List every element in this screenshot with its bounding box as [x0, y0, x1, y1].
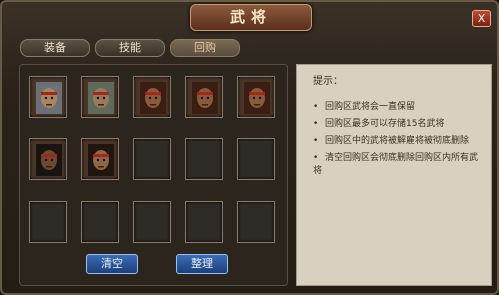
tips-panel: 提示： • 回购区武将会一直保留 • 回购区最多可以存储15名武将 • 回购区中的武将… — [296, 64, 492, 286]
empty-slot[interactable] — [133, 201, 171, 243]
hero-slot-grid — [19, 64, 288, 286]
tip-text: 清空回购区会彻底删除回购区内所有武将 — [313, 153, 479, 176]
empty-slot[interactable] — [29, 201, 67, 243]
hero-slot[interactable] — [81, 138, 119, 180]
warrior-headband-portrait-icon — [244, 82, 270, 114]
tip-text: 回购区中的武将被解雇将被彻底删除 — [325, 136, 470, 146]
tip-text: 回购区最多可以存储15名武将 — [325, 119, 445, 129]
bullet-icon: • — [313, 102, 319, 112]
general-old-armored-portrait-icon — [88, 82, 114, 114]
empty-slot[interactable] — [81, 201, 119, 243]
bullet-icon: • — [313, 119, 319, 129]
empty-slot[interactable] — [237, 201, 275, 243]
hero-slot[interactable] — [133, 76, 171, 118]
tips-title: 提示： — [313, 76, 343, 87]
tab-buyback[interactable]: 回购 — [170, 39, 240, 57]
empty-slot[interactable] — [185, 201, 223, 243]
empty-slot[interactable] — [237, 138, 275, 180]
hero-slot[interactable] — [81, 76, 119, 118]
window-title-plate: 武将 — [190, 4, 312, 31]
empty-slot[interactable] — [185, 138, 223, 180]
bullet-icon: • — [313, 153, 319, 163]
general-topknot-portrait-icon — [88, 144, 114, 176]
clear-button[interactable]: 清空 — [86, 254, 138, 274]
warrior-headband-portrait-icon — [192, 82, 218, 114]
tab-skills[interactable]: 技能 — [95, 39, 165, 57]
close-icon[interactable]: X — [472, 10, 491, 27]
tip-item: • 清空回购区会彻底删除回购区内所有武将 — [313, 152, 485, 178]
sort-button[interactable]: 整理 — [176, 254, 228, 274]
empty-slot[interactable] — [133, 138, 171, 180]
bullet-icon: • — [313, 136, 319, 146]
hero-slot[interactable] — [185, 76, 223, 118]
hero-slot[interactable] — [29, 76, 67, 118]
tip-item: • 回购区中的武将被解雇将被彻底删除 — [313, 135, 485, 148]
tip-item: • 回购区最多可以存储15名武将 — [313, 118, 485, 131]
heroes-window: 武将 X 装备 技能 回购 清空 整理 提示： • 回购区武将会一直保留 • 回购区… — [0, 0, 499, 295]
general-bearded-portrait-icon — [36, 144, 62, 176]
hero-slot[interactable] — [237, 76, 275, 118]
tab-equipment[interactable]: 装备 — [20, 39, 90, 57]
hero-slot[interactable] — [29, 138, 67, 180]
tip-text: 回购区武将会一直保留 — [325, 102, 416, 112]
warrior-headband-portrait-icon — [140, 82, 166, 114]
tip-item: • 回购区武将会一直保留 — [313, 101, 485, 114]
general-young-helmet-portrait-icon — [36, 82, 62, 114]
window-title: 武将 — [229, 8, 272, 26]
